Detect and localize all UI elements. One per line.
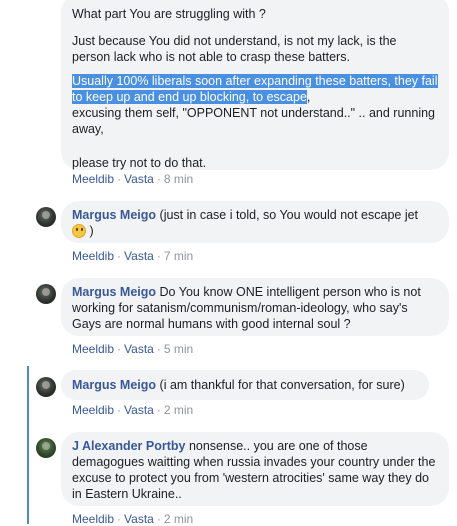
author-name[interactable]: Margus Meigo [72, 208, 156, 222]
comment-text: please try not to do that. [72, 156, 207, 170]
reply-link[interactable]: Vasta [124, 403, 154, 417]
comment-text: What part You are struggling with ? [72, 7, 266, 21]
timestamp[interactable]: 5 min [164, 342, 193, 356]
comment-actions: Meeldib · Vasta · 8 min [72, 172, 193, 186]
comment-text: Usually 100% liberals soon after expandi… [72, 73, 438, 105]
avatar[interactable] [36, 438, 56, 458]
author-name[interactable]: Margus Meigo [72, 285, 156, 299]
like-link[interactable]: Meeldib [72, 172, 114, 186]
comment-text: Just because You did not understand, is … [72, 34, 397, 64]
comment-text: (i am thankful for that conversation, fo… [159, 378, 405, 392]
comment-actions: Meeldib · Vasta · 5 min [72, 342, 193, 356]
grinning-emoji-icon [72, 224, 86, 238]
timestamp[interactable]: 7 min [164, 249, 193, 263]
thread-indicator-line [27, 366, 29, 524]
comment-text: (just in case i told, so You would not e… [159, 208, 419, 222]
comment-bubble: Margus Meigo (just in case i told, so Yo… [61, 201, 449, 243]
author-name[interactable]: J Alexander Portby [72, 439, 185, 453]
like-link[interactable]: Meeldib [72, 403, 114, 417]
avatar[interactable] [36, 377, 56, 397]
separator: · [117, 249, 122, 263]
comment-actions: Meeldib · Vasta · 2 min [72, 403, 193, 417]
timestamp[interactable]: 8 min [164, 172, 193, 186]
comment-bubble: What part You are struggling with ? Just… [61, 0, 449, 170]
comment-text: excusing them self, "OPPONENT not unders… [72, 106, 436, 136]
comment-bubble: Margus Meigo (i am thankful for that con… [61, 370, 429, 400]
author-name[interactable]: Margus Meigo [72, 378, 156, 392]
separator: · [156, 342, 161, 356]
separator: · [117, 403, 122, 417]
separator: · [117, 172, 122, 186]
like-link[interactable]: Meeldib [72, 249, 114, 263]
comment-bubble: J Alexander Portby nonsense.. you are on… [61, 432, 449, 506]
selected-text: Usually 100% liberals soon after expandi… [72, 74, 438, 104]
like-link[interactable]: Meeldib [72, 342, 114, 356]
separator: · [156, 403, 161, 417]
separator: · [156, 172, 161, 186]
separator: · [117, 342, 122, 356]
comment-bubble: Margus Meigo Do You know ONE intelligent… [61, 278, 449, 336]
reply-link[interactable]: Vasta [124, 342, 154, 356]
timestamp[interactable]: 2 min [164, 403, 193, 417]
comment-text: ) [89, 224, 94, 238]
reply-link[interactable]: Vasta [124, 172, 154, 186]
avatar[interactable] [36, 207, 56, 227]
comment-punctuation: , [306, 90, 311, 104]
separator: · [156, 249, 161, 263]
reply-link[interactable]: Vasta [124, 249, 154, 263]
avatar[interactable] [36, 284, 56, 304]
comment-actions: Meeldib · Vasta · 7 min [72, 249, 193, 263]
